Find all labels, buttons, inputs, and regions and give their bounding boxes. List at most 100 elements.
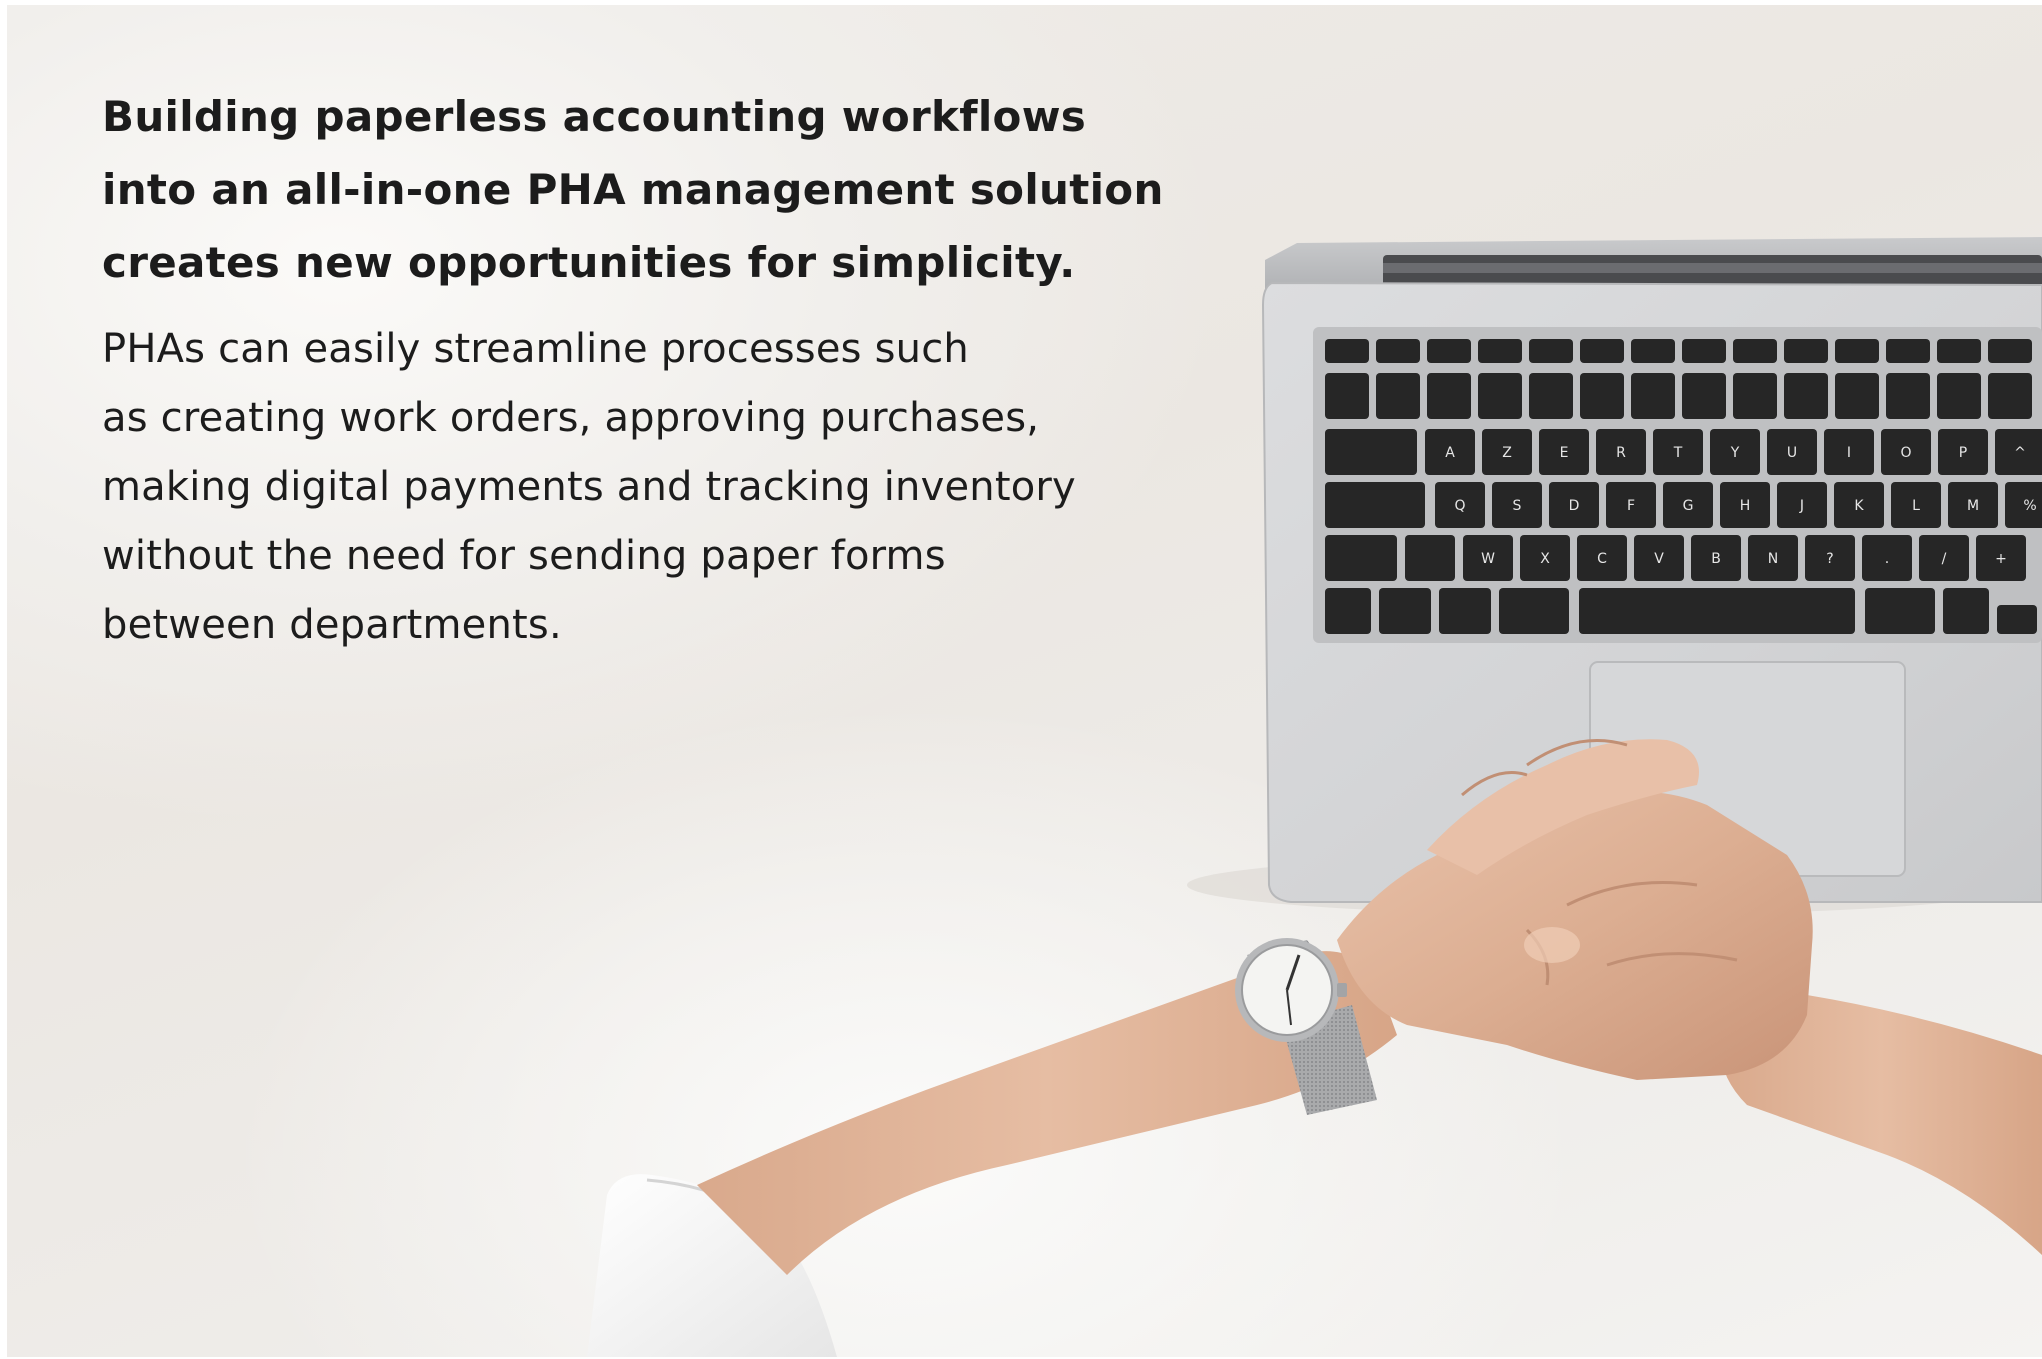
key-cap [1376, 373, 1420, 419]
letter-key: Z [1482, 429, 1532, 475]
key-cap [1631, 373, 1675, 419]
letter-key: R [1596, 429, 1646, 475]
number-key [1784, 373, 1828, 419]
key-cap [1835, 373, 1879, 419]
key-label: K [1854, 498, 1864, 514]
letter-key: ? [1805, 535, 1855, 581]
function-key [1988, 339, 2032, 363]
letter-key: S [1492, 482, 1542, 528]
key-cap [1325, 535, 1397, 581]
key-cap [1325, 339, 1369, 363]
key-label: O [1900, 445, 1911, 461]
function-key [1376, 339, 1420, 363]
function-key [1580, 339, 1624, 363]
key-cap [1529, 373, 1573, 419]
key-label: C [1597, 551, 1607, 567]
key-label: + [1995, 551, 2007, 567]
number-key [1529, 373, 1573, 419]
letter-key: / [1919, 535, 1969, 581]
ctrl-key [1379, 588, 1431, 634]
tab-key [1325, 429, 1417, 475]
function-key [1886, 339, 1930, 363]
key-cap [1997, 605, 2037, 634]
letter-key: I [1824, 429, 1874, 475]
letter-key: K [1834, 482, 1884, 528]
key-cap [1478, 373, 1522, 419]
body-line: as creating work orders, approving purch… [102, 395, 1040, 441]
alt-key [1943, 588, 1989, 634]
key-label: ? [1826, 551, 1833, 567]
key-label: / [1942, 551, 1947, 567]
key-cap [1499, 588, 1569, 634]
watch-crown [1337, 983, 1347, 997]
key-cap [1733, 339, 1777, 363]
number-key [1376, 373, 1420, 419]
letter-key: . [1862, 535, 1912, 581]
key-label: P [1959, 445, 1967, 461]
key-label: L [1912, 498, 1920, 514]
key-cap [1631, 339, 1675, 363]
key-label: F [1627, 498, 1635, 514]
key-label: A [1445, 445, 1455, 461]
letter-key: U [1767, 429, 1817, 475]
key-cap [1943, 588, 1989, 634]
key-cap [1579, 588, 1855, 634]
key-label: W [1481, 551, 1495, 567]
function-key [1427, 339, 1471, 363]
key-cap [1325, 373, 1369, 419]
headline-line: Building paperless accounting workflows [102, 92, 1087, 141]
key-cap [1784, 339, 1828, 363]
letter-key: + [1976, 535, 2026, 581]
letter-key: W [1463, 535, 1513, 581]
function-key [1835, 339, 1879, 363]
key-cap [1886, 339, 1930, 363]
key-label: H [1740, 498, 1751, 514]
number-key [1325, 373, 1369, 419]
headline: Building paperless accounting workflows … [102, 80, 1182, 299]
key-cap [1784, 373, 1828, 419]
laptop-hinge-highlight [1383, 263, 2042, 273]
key-label: U [1787, 445, 1797, 461]
key-label: X [1540, 551, 1550, 567]
key-label: D [1569, 498, 1580, 514]
number-key [1478, 373, 1522, 419]
function-key [1631, 339, 1675, 363]
letter-key [1405, 535, 1455, 581]
key-cap [1580, 339, 1624, 363]
function-key [1325, 339, 1369, 363]
number-key [1835, 373, 1879, 419]
key-label: J [1799, 498, 1804, 514]
letter-key: J [1777, 482, 1827, 528]
key-cap [1682, 373, 1726, 419]
key-cap [1682, 339, 1726, 363]
number-key [1631, 373, 1675, 419]
key-cap [1529, 339, 1573, 363]
key-label: Q [1454, 498, 1465, 514]
fingernail [1524, 927, 1580, 963]
key-label: R [1616, 445, 1626, 461]
key-label: G [1683, 498, 1694, 514]
letter-key: Y [1710, 429, 1760, 475]
function-key [1733, 339, 1777, 363]
body-line: making digital payments and tracking inv… [102, 464, 1076, 510]
key-cap [1325, 588, 1371, 634]
letter-key: D [1549, 482, 1599, 528]
key-cap [1988, 339, 2032, 363]
text-block: Building paperless accounting workflows … [102, 80, 1182, 660]
letter-key: F [1606, 482, 1656, 528]
spacebar-key [1579, 588, 1855, 634]
letter-key: A [1425, 429, 1475, 475]
page-canvas: A Z E R T Y U I O P ^ Q S D F G H J K L M% W X C V B N?. / + [0, 0, 2042, 1359]
key-cap [1427, 339, 1471, 363]
key-label: M [1967, 498, 1979, 514]
key-label: ^ [2014, 445, 2026, 461]
key-label: B [1711, 551, 1721, 567]
headline-line: creates new opportunities for simplicity… [102, 238, 1076, 287]
function-key [1529, 339, 1573, 363]
letter-key: Q [1435, 482, 1485, 528]
background-photo: A Z E R T Y U I O P ^ Q S D F G H J K L M% W X C V B N?. / + [7, 5, 2042, 1357]
alt-key [1439, 588, 1491, 634]
key-cap [1379, 588, 1431, 634]
key-cap [1733, 373, 1777, 419]
key-cap [1325, 429, 1417, 475]
